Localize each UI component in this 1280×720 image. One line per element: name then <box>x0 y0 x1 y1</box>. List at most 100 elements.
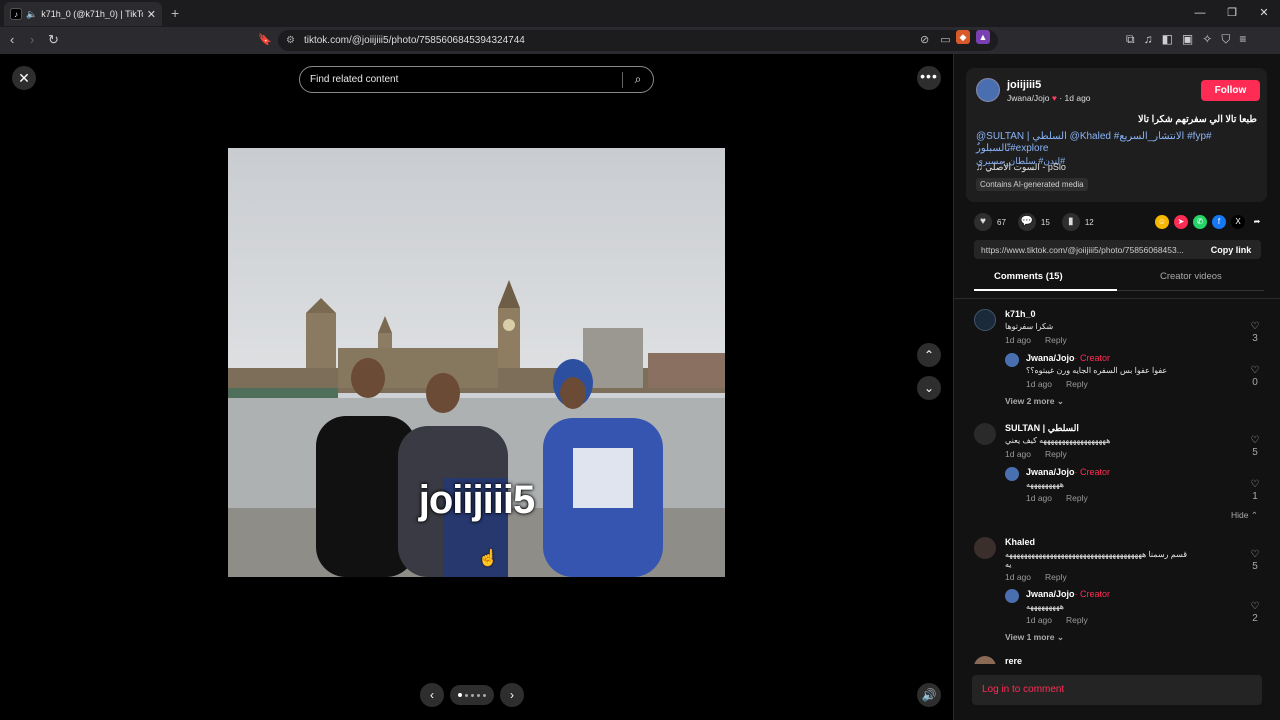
sound-name: السوت الأصلي - pSlo <box>985 162 1066 172</box>
x-share-icon[interactable]: X <box>1231 215 1245 229</box>
next-post-button[interactable]: ⌄ <box>917 376 941 400</box>
reply-avatar[interactable] <box>1005 589 1019 603</box>
window-close-icon[interactable]: ✕ <box>1248 0 1280 27</box>
speaker-icon[interactable]: 🔈 <box>26 9 37 20</box>
previous-photo-button[interactable]: ‹ <box>420 683 444 707</box>
volume-button[interactable]: 🔊 <box>917 683 941 707</box>
reply-like[interactable]: ♡ 2 <box>1248 601 1262 624</box>
share-link-url[interactable]: https://www.tiktok.com/@joiijiii5/photo/… <box>981 245 1201 255</box>
view-more-replies[interactable]: View 2 more ⌄ <box>1005 396 1064 407</box>
browser-tab[interactable]: ♪ 🔈 k71h_0 (@k71h_0) | TikTok ✕ <box>4 2 162 26</box>
hide-replies[interactable]: Hide ⌃ <box>1231 510 1258 521</box>
leo-icon[interactable]: ✧ <box>1202 32 1212 47</box>
reply-author[interactable]: Jwana/Jojo· Creator <box>1026 589 1110 599</box>
vpn-icon[interactable]: ⛉ <box>1221 32 1230 47</box>
restore-icon[interactable]: ❐ <box>1216 0 1248 27</box>
next-photo-button[interactable]: › <box>500 683 524 707</box>
search-icon[interactable]: ⌕ <box>623 72 653 87</box>
post-photo[interactable]: joiijiii5 ☝ <box>228 148 725 577</box>
reply-button[interactable]: Reply <box>1066 615 1088 625</box>
reply-avatar[interactable] <box>1005 353 1019 367</box>
page-dot[interactable] <box>471 693 474 697</box>
comment-author[interactable]: Khaled <box>1005 537 1035 547</box>
tags-line-1[interactable]: @SULTAN | السلطي @Khaled #الانتشار_السري… <box>976 131 1260 155</box>
author-avatar[interactable] <box>976 78 1000 102</box>
comment-meta: 1d ago Reply <box>1005 335 1067 345</box>
brave-shields-icon[interactable]: ◆ <box>956 30 970 44</box>
close-viewer-button[interactable]: ✕ <box>12 66 36 90</box>
reply-like[interactable]: ♡ 1 <box>1248 479 1262 502</box>
comment-time: 1d ago <box>1005 335 1031 345</box>
whatsapp-share-icon[interactable]: ✆ <box>1193 215 1207 229</box>
facebook-share-icon[interactable]: f <box>1212 215 1226 229</box>
related-search[interactable]: Find related content ⌕ <box>299 66 654 93</box>
view-more-replies[interactable]: View 1 more ⌄ <box>1005 632 1064 643</box>
bookmark-icon[interactable]: 🔖 <box>258 32 272 48</box>
reply-button[interactable]: Reply <box>1066 493 1088 503</box>
reply-meta: 1d ago Reply <box>1026 615 1088 625</box>
snapchat-share-icon[interactable]: ☺ <box>1155 215 1169 229</box>
comment-like[interactable]: ♡ 5 <box>1248 435 1262 458</box>
wallet-icon[interactable]: ▣ <box>1182 32 1193 47</box>
comment-like[interactable]: ♡ 3 <box>1248 321 1262 344</box>
page-dot[interactable] <box>465 693 468 697</box>
previous-post-button[interactable]: ⌃ <box>917 343 941 367</box>
post-caption: طبعا تالا الي سفرتهم شكرا تالا <box>1138 114 1257 125</box>
forward-icon[interactable]: › <box>30 32 34 48</box>
reply-like[interactable]: ♡ 0 <box>1248 365 1262 388</box>
reply-author[interactable]: Jwana/Jojo· Creator <box>1026 467 1110 477</box>
comment-author[interactable]: SULTAN | السلطي <box>1005 423 1079 434</box>
page-dot[interactable] <box>458 693 462 697</box>
site-info-icon[interactable]: ⚙ <box>286 35 295 46</box>
comment-action[interactable]: 💬 15 <box>1017 213 1050 231</box>
send-share-icon[interactable]: ➤ <box>1174 215 1188 229</box>
comment-avatar[interactable] <box>974 537 996 559</box>
browser-tab-bar: ♪ 🔈 k71h_0 (@k71h_0) | TikTok ✕ + — ❐ ✕ <box>0 0 1280 27</box>
comment-avatar[interactable] <box>974 423 996 445</box>
save-action[interactable]: ▮ 12 <box>1061 213 1094 231</box>
ai-badge: Contains AI-generated media <box>976 178 1088 191</box>
comment-like[interactable]: ♡ 5 <box>1248 549 1262 572</box>
reply-button[interactable]: Reply <box>1045 572 1067 582</box>
like-action[interactable]: ♥ 67 <box>974 213 1006 231</box>
reply-button[interactable]: Reply <box>1045 335 1067 345</box>
login-to-comment[interactable]: Log in to comment <box>972 675 1262 705</box>
reply-author[interactable]: Jwana/Jojo· Creator <box>1026 353 1110 363</box>
reply-button[interactable]: Reply <box>1066 379 1088 389</box>
back-icon[interactable]: ‹ <box>10 32 14 48</box>
comment-author[interactable]: k71h_0 <box>1005 309 1036 319</box>
more-share-icon[interactable]: ➦ <box>1250 215 1264 229</box>
media-icon[interactable]: ♫ <box>1144 32 1153 47</box>
search-input[interactable]: Find related content <box>300 74 622 85</box>
comment-avatar[interactable] <box>974 656 996 664</box>
rewards-icon[interactable]: ▲ <box>976 30 990 44</box>
reply-author-name: Jwana/Jojo <box>1026 467 1075 477</box>
reply-button[interactable]: Reply <box>1045 449 1067 459</box>
close-tab-icon[interactable]: ✕ <box>147 8 156 21</box>
screenshot-icon[interactable]: ⧉ <box>1126 32 1135 47</box>
tab-comments[interactable]: Comments (15) <box>994 271 1063 282</box>
tiktok-icon: ♪ <box>10 8 22 20</box>
author-username[interactable]: joiijiii5 <box>1007 79 1041 91</box>
menu-icon[interactable]: ≡ <box>1239 32 1246 47</box>
sidebar-icon[interactable]: ◧ <box>1162 32 1173 47</box>
follow-button[interactable]: Follow <box>1201 80 1260 101</box>
page-dot[interactable] <box>483 693 486 697</box>
page-dot[interactable] <box>477 693 480 697</box>
post-sound[interactable]: ♫ السوت الأصلي - pSlo <box>976 162 1066 173</box>
comment-author[interactable]: rere <box>1005 656 1022 664</box>
author-subline: Jwana/Jojo ♥ · 1d ago <box>1007 93 1091 103</box>
reload-icon[interactable]: ↻ <box>48 32 59 48</box>
address-bar[interactable]: ⚙ tiktok.com/@joiijiii5/photo/7585606845… <box>278 30 998 51</box>
new-tab-icon[interactable]: + <box>171 5 179 21</box>
tab-creator-videos[interactable]: Creator videos <box>1160 271 1222 282</box>
tracking-icon[interactable]: ⊘ <box>920 33 929 46</box>
reply-avatar[interactable] <box>1005 467 1019 481</box>
copy-link-button[interactable]: Copy link <box>1201 245 1261 255</box>
minimize-icon[interactable]: — <box>1184 0 1216 27</box>
comment-avatar[interactable] <box>974 309 996 331</box>
reader-icon[interactable]: ▭ <box>940 33 950 46</box>
more-options-button[interactable]: ••• <box>917 66 941 90</box>
panel-tabs: Comments (15) Creator videos <box>974 268 1264 291</box>
view-more-label: View 2 more <box>1005 396 1055 406</box>
